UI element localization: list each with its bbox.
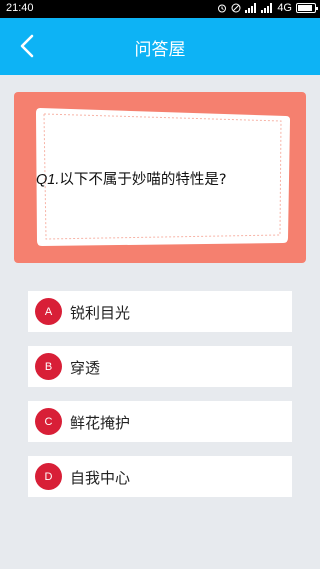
option-label: 锐利目光 <box>70 304 131 322</box>
status-time: 21:40 <box>6 2 34 14</box>
option-b[interactable]: B 穿透 <box>28 346 292 387</box>
option-c[interactable]: C 鲜花掩护 <box>28 401 292 442</box>
status-bar: 21:40 4G <box>0 0 320 18</box>
page-title: 问答屋 <box>134 40 186 60</box>
status-icons: 4G <box>217 2 318 14</box>
option-letter-badge: C <box>35 408 62 435</box>
battery-icon <box>296 3 318 13</box>
option-label: 自我中心 <box>70 469 131 487</box>
question-number: Q1. <box>36 172 60 188</box>
signal-icon <box>261 3 273 13</box>
question-body: 以下不属于妙喵的特性是? <box>59 172 227 188</box>
option-label: 鲜花掩护 <box>70 414 131 432</box>
app-header: 问答屋 <box>0 18 320 75</box>
signal-icon <box>245 3 257 13</box>
alarm-icon <box>218 4 227 13</box>
no-sim-icon <box>231 3 241 13</box>
network-type: 4G <box>277 2 292 14</box>
option-a[interactable]: A 锐利目光 <box>28 291 292 332</box>
option-letter-badge: D <box>35 463 62 490</box>
option-letter-badge: B <box>35 353 62 380</box>
option-label: 穿透 <box>70 359 101 377</box>
option-d[interactable]: D 自我中心 <box>28 456 292 497</box>
question-text: Q1.以下不属于妙喵的特性是? <box>36 168 296 189</box>
option-letter-badge: A <box>35 298 62 325</box>
